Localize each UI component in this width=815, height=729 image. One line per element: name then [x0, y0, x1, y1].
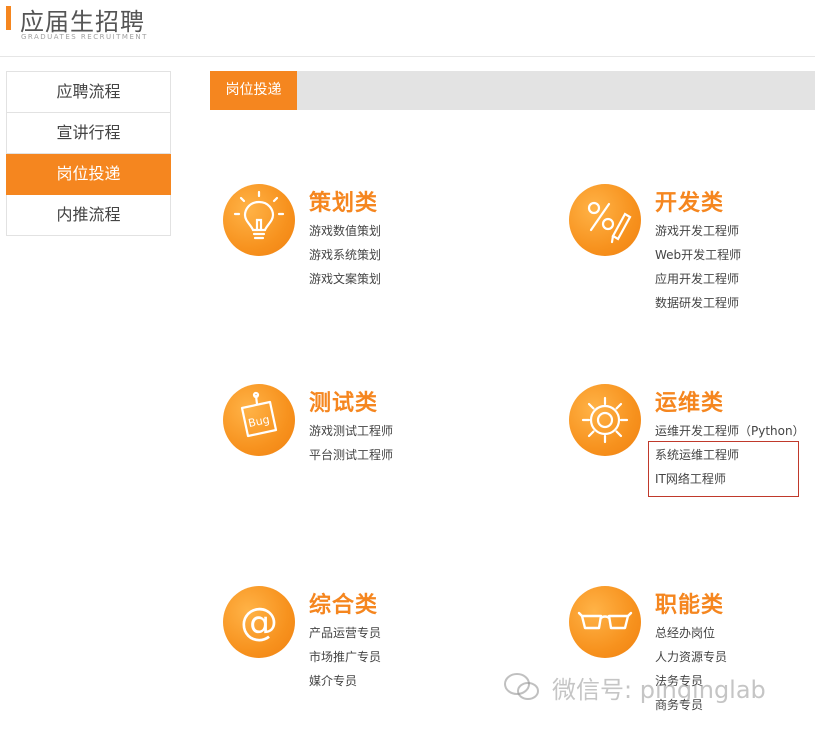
job-link[interactable]: 应用开发工程师	[655, 270, 739, 287]
svg-text:@: @	[240, 600, 278, 644]
sidebar-item-referral-process[interactable]: 内推流程	[6, 195, 171, 236]
bug-note-icon: Bug	[223, 384, 295, 456]
job-link[interactable]: 游戏测试工程师	[309, 422, 393, 439]
job-link[interactable]: 游戏数值策划	[309, 222, 381, 239]
page-title: 应届生招聘	[20, 8, 145, 36]
page-subtitle: GRADUATES RECRUITMENT	[21, 33, 148, 41]
sidebar-item-job-application[interactable]: 岗位投递	[6, 154, 171, 195]
sidebar-nav: 应聘流程 宣讲行程 岗位投递 内推流程	[6, 71, 171, 236]
watermark-text: 微信号: pinginglab	[552, 676, 766, 704]
category-planning: 策划类 游戏数值策划 游戏系统策划 游戏文案策划	[223, 184, 483, 294]
job-link[interactable]: 游戏系统策划	[309, 246, 381, 263]
job-link[interactable]: 数据研发工程师	[655, 294, 739, 311]
highlight-box	[648, 441, 799, 497]
category-development: 开发类 游戏开发工程师 Web开发工程师 应用开发工程师 数据研发工程师	[569, 184, 809, 314]
job-link[interactable]: 市场推广专员	[309, 648, 381, 665]
svg-text:Bug: Bug	[247, 413, 271, 430]
glasses-icon	[569, 586, 641, 658]
category-title: 运维类	[655, 391, 725, 416]
job-link[interactable]: 运维开发工程师（Python）	[655, 422, 805, 439]
category-title: 测试类	[309, 391, 379, 416]
job-link[interactable]: 平台测试工程师	[309, 446, 393, 463]
wechat-watermark: 微信号: pinginglab	[502, 668, 802, 708]
tab-job-application[interactable]: 岗位投递	[210, 71, 297, 110]
header-accent-bar	[6, 6, 11, 30]
sidebar-item-campus-schedule[interactable]: 宣讲行程	[6, 113, 171, 154]
at-icon: @	[223, 586, 295, 658]
percent-pencil-icon	[569, 184, 641, 256]
job-link[interactable]: 总经办岗位	[655, 624, 715, 641]
job-link[interactable]: 游戏文案策划	[309, 270, 381, 287]
gear-icon	[569, 384, 641, 456]
job-link[interactable]: Web开发工程师	[655, 246, 741, 263]
job-link[interactable]: 媒介专员	[309, 672, 357, 689]
category-testing: Bug 测试类 游戏测试工程师 平台测试工程师	[223, 384, 483, 474]
job-link[interactable]: 产品运营专员	[309, 624, 381, 641]
tab-bar: 岗位投递	[210, 71, 815, 110]
category-general: @ 综合类 产品运营专员 市场推广专员 媒介专员	[223, 586, 483, 696]
sidebar-item-application-process[interactable]: 应聘流程	[6, 71, 171, 113]
wechat-logo-icon	[504, 673, 539, 700]
page-header: 应届生招聘 GRADUATES RECRUITMENT	[0, 0, 815, 57]
lightbulb-icon	[223, 184, 295, 256]
job-link[interactable]: 人力资源专员	[655, 648, 727, 665]
category-title: 职能类	[655, 593, 725, 618]
category-title: 策划类	[309, 191, 379, 216]
job-link[interactable]: 游戏开发工程师	[655, 222, 739, 239]
category-title: 开发类	[655, 191, 725, 216]
category-title: 综合类	[309, 593, 379, 618]
